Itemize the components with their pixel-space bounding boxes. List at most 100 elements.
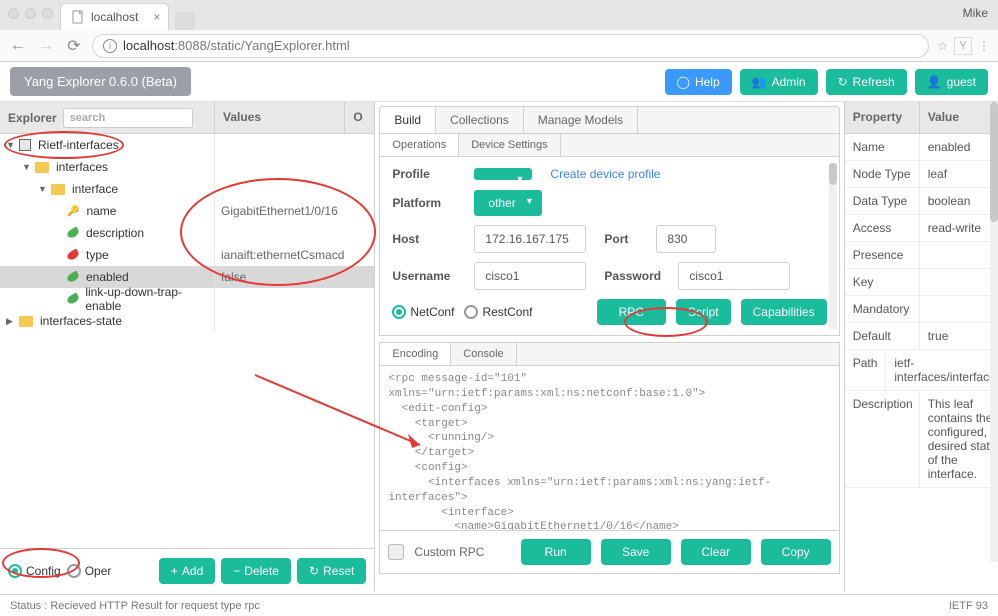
run-button[interactable]: Run (521, 539, 591, 565)
tree-value[interactable]: ianaift:ethernetCsmacd (214, 244, 344, 266)
reload-button[interactable]: ⟳ (64, 36, 84, 56)
clear-button[interactable]: Clear (681, 539, 751, 565)
browser-user[interactable]: Mike (963, 6, 988, 20)
tree-value[interactable]: false (214, 266, 344, 288)
property-value: true (920, 323, 998, 349)
rpc-button[interactable]: RPC (597, 299, 666, 325)
admin-button[interactable]: 👥Admin (740, 69, 818, 95)
tree-value[interactable] (214, 134, 344, 156)
folder-icon (19, 316, 33, 327)
tab-build[interactable]: Build (380, 107, 436, 133)
tab-operations[interactable]: Operations (380, 134, 459, 156)
script-button[interactable]: Script (676, 299, 731, 325)
tree-value[interactable] (214, 310, 344, 332)
property-value: leaf (920, 161, 998, 187)
tree-value[interactable]: GigabitEthernet1/0/16 (214, 200, 344, 222)
tab-device-settings[interactable]: Device Settings (459, 134, 560, 156)
info-icon[interactable]: i (103, 39, 117, 53)
tree-row[interactable]: ▼interfaces (0, 156, 374, 178)
leaf-icon (66, 249, 80, 262)
new-tab-button[interactable] (175, 12, 195, 30)
custom-rpc-checkbox[interactable] (388, 544, 404, 560)
window-controls (8, 8, 53, 19)
refresh-button[interactable]: ↻Refresh (826, 69, 907, 95)
close-icon[interactable]: × (153, 10, 160, 24)
url-field[interactable]: i localhost:8088/static/YangExplorer.htm… (92, 34, 929, 58)
tree-value[interactable] (214, 288, 344, 310)
capabilities-button[interactable]: Capabilities (741, 299, 827, 325)
copy-button[interactable]: Copy (761, 539, 831, 565)
property-panel: Property Value NameenabledNode TypeleafD… (844, 102, 998, 592)
custom-rpc-label: Custom RPC (414, 545, 484, 559)
config-radio[interactable]: Config (8, 564, 61, 578)
property-row: Node Typeleaf (845, 161, 998, 188)
save-button[interactable]: Save (601, 539, 671, 565)
password-input[interactable] (678, 262, 790, 290)
tree-label: interface (72, 182, 118, 196)
tree-value[interactable] (214, 178, 344, 200)
folder-icon (35, 162, 49, 173)
tree-row[interactable]: ▼ Rietf-interfaces (0, 134, 374, 156)
tree-value[interactable] (214, 222, 344, 244)
property-key: Default (845, 323, 920, 349)
back-button[interactable]: ← (8, 37, 28, 55)
tab-console[interactable]: Console (451, 343, 516, 365)
property-value: ietf-interfaces/interfaces/interface/ena… (886, 350, 998, 390)
file-icon (71, 10, 85, 24)
tab-collections[interactable]: Collections (436, 107, 524, 133)
leaf-icon (66, 271, 80, 284)
tree-label: enabled (86, 270, 129, 284)
property-value: read-write (920, 215, 998, 241)
expand-arrow-icon[interactable]: ▼ (38, 184, 48, 194)
username-input[interactable] (474, 262, 586, 290)
tree-row[interactable]: description (0, 222, 374, 244)
tab-encoding[interactable]: Encoding (380, 343, 451, 365)
property-row: Nameenabled (845, 134, 998, 161)
guest-button[interactable]: 👤guest (915, 69, 988, 95)
property-row: Data Typeboolean (845, 188, 998, 215)
platform-dropdown[interactable]: other (474, 190, 541, 216)
profile-dropdown[interactable] (474, 168, 532, 180)
reset-button[interactable]: ↻Reset (297, 558, 366, 584)
tree-label: Rietf-interfaces (38, 138, 119, 152)
property-key: Name (845, 134, 920, 160)
status-text: Status : Recieved HTTP Result for reques… (10, 600, 260, 612)
operation-header: O (344, 102, 374, 133)
tree-row[interactable]: link-up-down-trap-enable (0, 288, 374, 310)
platform-label: Platform (392, 196, 456, 210)
port-input[interactable] (656, 225, 716, 253)
code-output[interactable]: <rpc message-id="101" xmlns="urn:ietf:pa… (379, 365, 839, 531)
property-row: Pathietf-interfaces/interfaces/interface… (845, 350, 998, 391)
add-button[interactable]: +Add (159, 558, 215, 584)
delete-button[interactable]: −Delete (221, 558, 291, 584)
property-value: This leaf contains the configured, desir… (920, 391, 998, 487)
restconf-radio[interactable]: RestConf (464, 305, 532, 319)
tree-row[interactable]: ▼ interface (0, 178, 374, 200)
browser-tab[interactable]: localhost × (60, 3, 169, 30)
tree-row[interactable]: 🔑nameGigabitEthernet1/0/16 (0, 200, 374, 222)
leaf-icon (66, 227, 80, 240)
help-button[interactable]: ◯Help (665, 69, 732, 95)
scrollbar[interactable] (829, 163, 837, 329)
oper-radio[interactable]: Oper (67, 564, 112, 578)
expand-arrow-icon[interactable]: ▼ (6, 140, 16, 150)
tree-row[interactable]: ▶interfaces-state (0, 310, 374, 332)
host-label: Host (392, 232, 456, 246)
tab-title: localhost (91, 10, 138, 24)
property-value: boolean (920, 188, 998, 214)
expand-arrow-icon[interactable]: ▶ (6, 316, 16, 327)
create-profile-link[interactable]: Create device profile (550, 167, 660, 181)
expand-arrow-icon[interactable]: ▼ (22, 162, 32, 172)
minus-icon: − (233, 564, 240, 578)
menu-icon[interactable]: ⋮ (978, 39, 990, 53)
extension-icon[interactable]: Y (954, 37, 972, 55)
search-input[interactable]: search (63, 108, 193, 128)
tree-value[interactable] (214, 156, 344, 178)
tree-row[interactable]: typeianaift:ethernetCsmacd (0, 244, 374, 266)
host-input[interactable] (474, 225, 586, 253)
tab-manage[interactable]: Manage Models (524, 107, 638, 133)
netconf-radio[interactable]: NetConf (392, 305, 454, 319)
bookmark-icon[interactable]: ☆ (937, 39, 948, 53)
scrollbar[interactable] (990, 102, 998, 562)
key-icon: 🔑 (67, 206, 79, 217)
